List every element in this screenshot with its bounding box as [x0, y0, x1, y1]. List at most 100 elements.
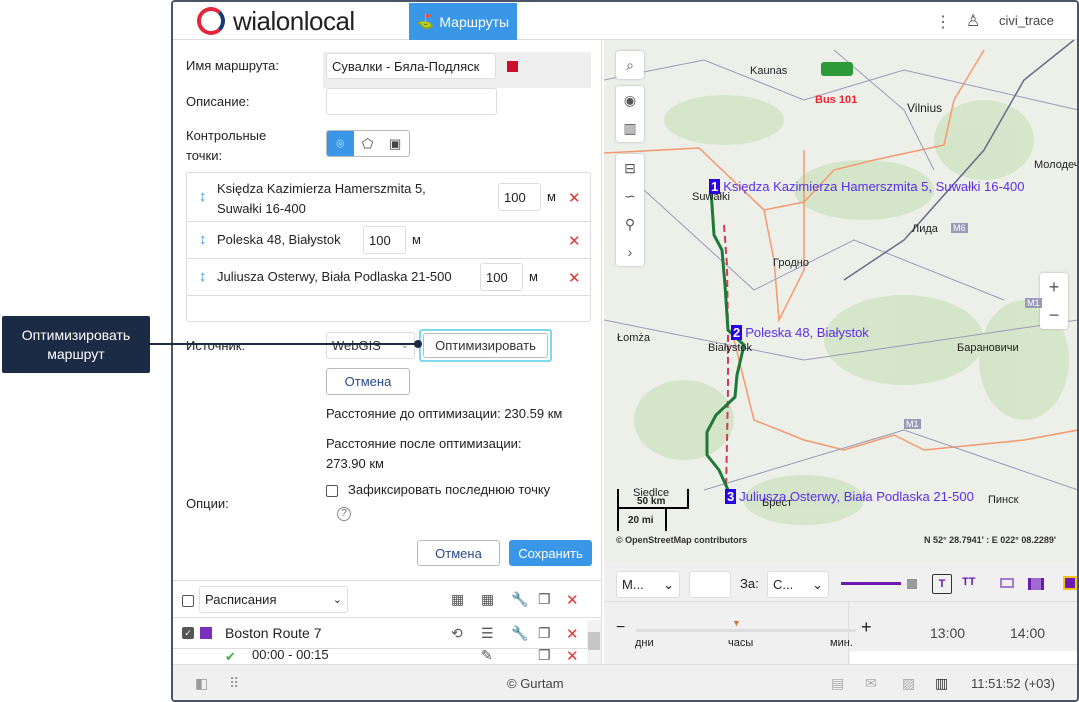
history-add-icon[interactable]: ⟲ [451, 625, 463, 642]
panel-toggle-icon[interactable]: ◧ [195, 675, 208, 692]
copy-icon[interactable]: ❐ [538, 649, 551, 664]
chevron-right-icon[interactable]: › [628, 238, 633, 266]
unit-label[interactable]: Bus 101 [815, 94, 857, 106]
route-color-swatch [200, 627, 212, 639]
timeline-slider[interactable] [636, 629, 856, 632]
select-all-checkbox[interactable] [182, 595, 194, 607]
marker-icon[interactable]: ⌾ [327, 131, 354, 156]
fix-last-point-checkbox[interactable] [326, 485, 338, 497]
zoom-control: + − [1040, 273, 1068, 329]
optimize-button[interactable]: Оптимизировать [423, 333, 548, 358]
radius-input[interactable]: 100 [480, 263, 523, 291]
delete-icon[interactable]: ✕ [566, 625, 579, 643]
period-select[interactable]: С... ⌄ [767, 571, 829, 598]
wrench-icon[interactable]: 🔧 [511, 625, 528, 642]
map-search-button[interactable]: ⌕ [616, 51, 644, 79]
apps-grid-icon[interactable]: ⠿ [229, 675, 239, 692]
waypoint-2[interactable]: 2 Poleska 48, Białystok [731, 325, 869, 340]
more-menu-icon[interactable]: ⋮ [935, 12, 951, 32]
bus-unit-icon[interactable] [821, 62, 853, 76]
double-text-icon[interactable]: TT [962, 576, 975, 588]
zoom-in-button[interactable]: + [861, 617, 872, 638]
waypoint-1[interactable]: 1 Księdza Kazimierza Hamerszmita 5, Suwał… [709, 179, 1025, 194]
help-icon[interactable]: ? [337, 507, 351, 521]
source-value: WebGIS [332, 338, 381, 353]
image-icon[interactable]: ▨ [902, 675, 915, 692]
zoom-out-button[interactable]: − [616, 619, 625, 637]
zoom-out-button[interactable]: − [1049, 301, 1060, 329]
waypoints-icon[interactable]: ⚲ [625, 210, 635, 238]
map-icon[interactable]: ▥ [623, 114, 636, 142]
wrench-icon[interactable]: 🔧 [511, 591, 528, 608]
track-style-icon[interactable] [841, 582, 901, 585]
scale-mi: 20 mi [628, 515, 654, 526]
scrollbar[interactable] [587, 620, 601, 664]
username[interactable]: civi_trace [999, 13, 1054, 28]
calendar-icon[interactable]: ▦ [451, 591, 464, 608]
app-window: wialonlocal ⛳ Маршруты ⋮ ♙ civi_trace Имя… [171, 0, 1079, 702]
square-icon[interactable] [907, 579, 917, 589]
source-select[interactable]: WebGIS ⌄ [326, 332, 415, 359]
table-row[interactable]: ✔ 00:00 - 00:15 ✎ ❐ ✕ [173, 649, 587, 664]
drag-handle-icon[interactable]: ↕ [199, 231, 207, 248]
zoom-in-button[interactable]: + [1049, 273, 1060, 301]
calendar-grid-icon[interactable]: ▦ [481, 591, 494, 608]
list-icon[interactable]: ☰ [481, 625, 494, 642]
color-input[interactable] [689, 571, 731, 598]
bus-icon[interactable]: ▣ [381, 131, 409, 156]
hours-label: часы [728, 637, 754, 649]
radius-input[interactable]: 100 [363, 226, 406, 254]
geofence-icon[interactable]: ⬠ [354, 131, 382, 156]
table-row[interactable]: ✓ Boston Route 7 ⟲ ☰ 🔧 ❐ ✕ [173, 618, 587, 649]
cancel-optimization-button[interactable]: Отмена [326, 368, 410, 395]
days-label: дни [635, 637, 654, 649]
city-label: Białystok [708, 342, 753, 354]
layout-icon[interactable]: ▥ [935, 675, 948, 692]
ruler-icon[interactable]: ⊟ [624, 154, 636, 182]
row-checkbox[interactable]: ✓ [182, 627, 194, 639]
delete-icon[interactable]: ✕ [568, 232, 581, 250]
unit-select[interactable]: М... ⌄ [616, 571, 680, 598]
chevron-down-icon: ⌄ [332, 594, 342, 606]
map[interactable]: ⌕ ◉ ▥ ⊟ ∽ ⚲ › + − Kaunas Bus 101 Vilnius Моло… [604, 40, 1077, 562]
track-toolbar: М... ⌄ За: С... ⌄ T TT [604, 562, 1077, 602]
slider-handle-icon[interactable]: ▼ [732, 618, 741, 628]
schedule-time: 00:00 - 00:15 [252, 649, 329, 662]
copy-icon[interactable]: ❐ [538, 591, 551, 608]
drag-handle-icon[interactable]: ↕ [199, 188, 207, 205]
copyright: © Gurtam [507, 676, 564, 691]
copy-icon[interactable]: ❐ [538, 625, 551, 642]
edit-icon[interactable]: ✎ [481, 649, 493, 664]
map-attribution[interactable]: © OpenStreetMap contributors [616, 535, 747, 545]
tab-routes[interactable]: ⛳ Маршруты [409, 3, 517, 40]
notifications-icon[interactable]: ▤ [831, 675, 844, 692]
description-input[interactable] [326, 88, 497, 115]
waypoint-number: 1 [709, 179, 721, 194]
eye-icon[interactable]: ◉ [624, 86, 636, 114]
messages-icon[interactable]: ✉ [865, 675, 877, 692]
cancel-button[interactable]: Отмена [417, 540, 500, 566]
drag-handle-icon[interactable]: ↕ [199, 268, 207, 285]
route-icon[interactable]: ∽ [624, 182, 636, 210]
user-icon[interactable]: ♙ [966, 11, 980, 31]
timeline-track[interactable] [850, 651, 1077, 664]
route-name-input[interactable]: Сувалки - Бяла-Подляск [326, 53, 496, 79]
route-color-picker[interactable] [507, 61, 518, 72]
waypoint-3[interactable]: 3 Juliusza Osterwy, Biała Podlaska 21-500 [725, 489, 974, 504]
text-icon[interactable]: T [932, 574, 952, 594]
highlight-icon[interactable] [1063, 576, 1077, 590]
delete-icon[interactable]: ✕ [568, 269, 581, 287]
delete-icon[interactable]: ✕ [568, 189, 581, 207]
list-toolbar: Расписания ⌄ ▦ ▦ 🔧 ❐ ✕ [173, 580, 602, 618]
marker-line-icon[interactable] [1000, 578, 1014, 588]
delete-icon[interactable]: ✕ [566, 591, 579, 609]
delete-icon[interactable]: ✕ [566, 649, 579, 664]
fill-icon[interactable] [1028, 578, 1044, 590]
cursor-coordinates: N 52° 28.7941' : E 022° 08.2289' [924, 535, 1057, 545]
timeline-scale-control: − ▼ + дни часы мин. [604, 602, 872, 664]
radius-input[interactable]: 100 [498, 183, 541, 211]
list-filter-select[interactable]: Расписания ⌄ [199, 586, 348, 613]
save-button[interactable]: Сохранить [509, 540, 592, 566]
select-value: С... [773, 577, 794, 592]
callout-optimize-route: Оптимизировать маршрут [2, 316, 150, 373]
